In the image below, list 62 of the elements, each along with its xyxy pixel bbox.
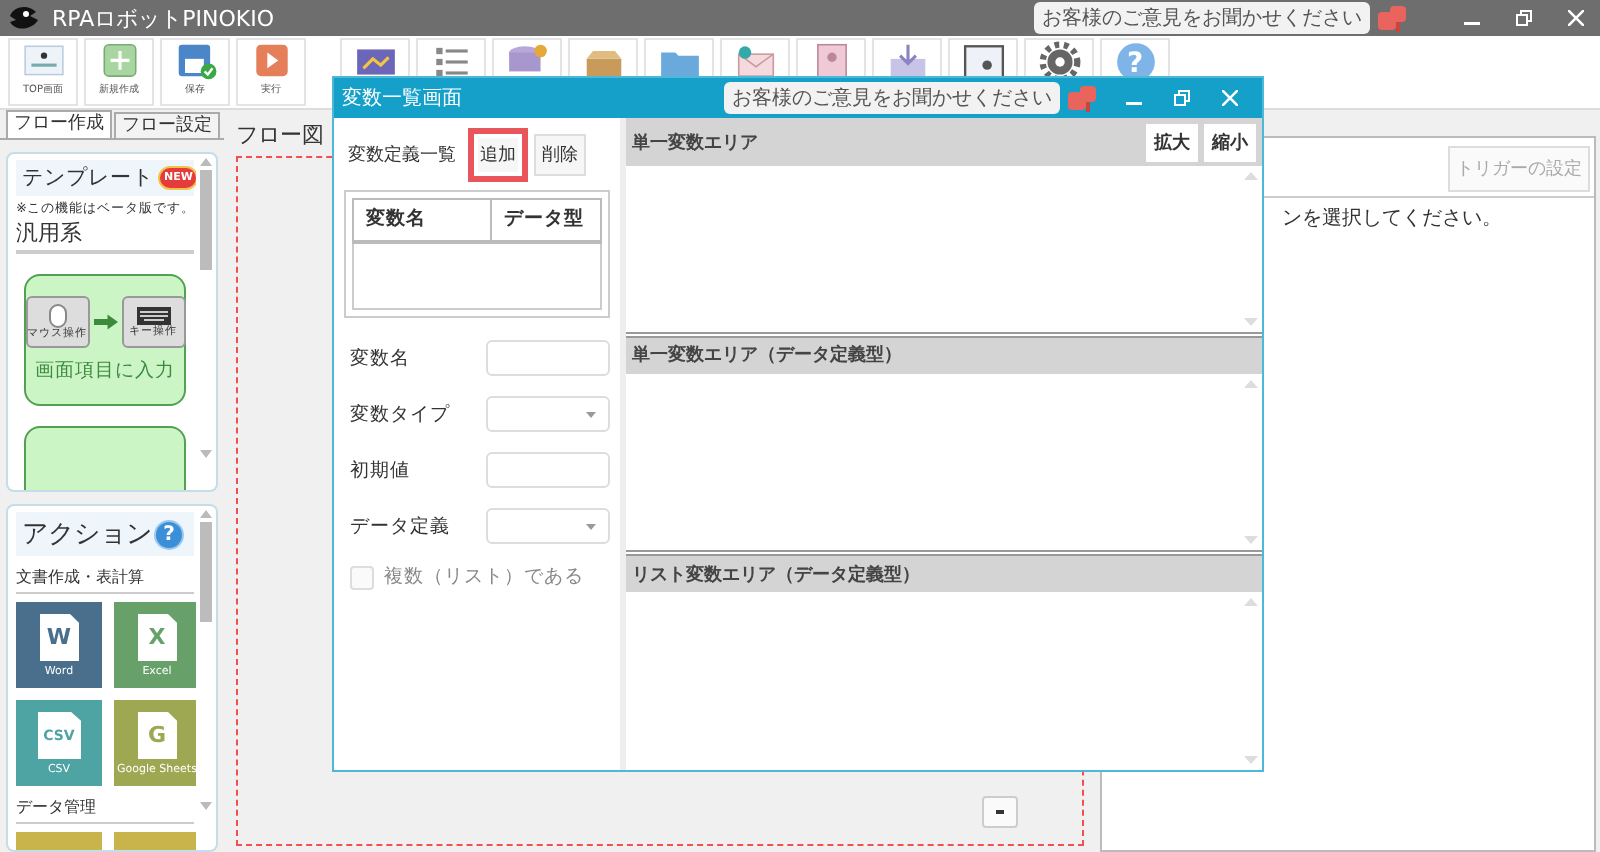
input-field[interactable]	[486, 452, 610, 488]
field-label: データ定義	[350, 513, 450, 539]
feedback-link[interactable]: お客様のご意見をお聞かせください	[1034, 2, 1370, 34]
scroll-down-icon[interactable]	[200, 802, 212, 811]
tab[interactable]: フロー設定	[114, 112, 220, 138]
tab[interactable]: フロー作成	[6, 110, 112, 138]
scroll-up-icon[interactable]	[200, 158, 212, 166]
caret-icon	[586, 523, 596, 529]
scroll-up-icon[interactable]	[1244, 598, 1258, 607]
area-title: 単一変数エリア（データ定義型）	[632, 342, 902, 369]
scroll-up-icon[interactable]	[1244, 172, 1258, 180]
checkbox-label: 複数（リスト）である	[384, 564, 584, 590]
scroll-down-icon[interactable]	[1244, 536, 1258, 545]
dialog-title: 変数一覧画面	[342, 85, 462, 112]
app-title: RPAロボットPINOKIO	[52, 3, 274, 33]
dropdown[interactable]	[486, 396, 610, 432]
template-card[interactable]	[24, 426, 186, 491]
close-icon[interactable]	[1222, 90, 1238, 106]
mouse-icon	[47, 303, 67, 327]
list-label: 変数定義一覧	[348, 143, 456, 167]
scroll-up-icon[interactable]	[1244, 379, 1258, 388]
panel-title: アクション	[22, 518, 152, 553]
restore-icon[interactable]	[1174, 90, 1190, 106]
group-title: 文書作成・表計算	[16, 566, 194, 595]
close-icon[interactable]	[1568, 10, 1584, 26]
area-title: 単一変数エリア	[632, 130, 758, 155]
dropdown[interactable]	[486, 508, 610, 544]
document-icon: W	[39, 613, 79, 662]
delete-button[interactable]: 削除	[534, 133, 586, 175]
input-field[interactable]	[486, 340, 610, 376]
minus-icon	[996, 810, 1004, 814]
app-logo-icon	[8, 4, 40, 32]
restore-icon[interactable]	[1516, 10, 1532, 26]
field-label: 初期値	[350, 457, 410, 483]
scrollbar-thumb[interactable]	[200, 522, 212, 623]
scrollbar-thumb[interactable]	[200, 170, 212, 270]
group-title: データ管理	[16, 796, 194, 825]
field-label: 変数タイプ	[350, 401, 450, 427]
mailbox-icon[interactable]	[1066, 84, 1098, 112]
field-label: 変数名	[350, 345, 410, 371]
column-header: 変数名	[354, 200, 492, 240]
collapse-button[interactable]	[982, 796, 1018, 828]
document-icon: X	[137, 613, 177, 662]
column-header: データ型	[502, 206, 586, 234]
scroll-down-icon[interactable]	[1244, 756, 1258, 765]
scroll-down-icon[interactable]	[1244, 317, 1258, 326]
zoom-button[interactable]: 縮小	[1204, 123, 1256, 161]
caret-icon	[586, 411, 596, 417]
mailbox-icon[interactable]	[1376, 4, 1408, 32]
panel-title: テンプレート	[22, 164, 154, 192]
scroll-down-icon[interactable]	[200, 450, 212, 458]
document-icon: G	[137, 711, 177, 760]
category-title: 汎用系	[16, 218, 194, 254]
instruction-text: ンを選択してください。	[1280, 206, 1504, 234]
flow-title: フロー図	[236, 120, 324, 152]
zoom-button[interactable]: 拡大	[1146, 123, 1198, 161]
feedback-link[interactable]: お客様のご意見をお聞かせください	[724, 82, 1060, 114]
add-button[interactable]: 追加	[468, 127, 528, 181]
card-label: 画面項目に入力	[35, 358, 175, 384]
keyboard-icon	[135, 305, 171, 325]
area-title: リスト変数エリア（データ定義型）	[632, 562, 920, 588]
arrow-icon	[93, 312, 117, 332]
